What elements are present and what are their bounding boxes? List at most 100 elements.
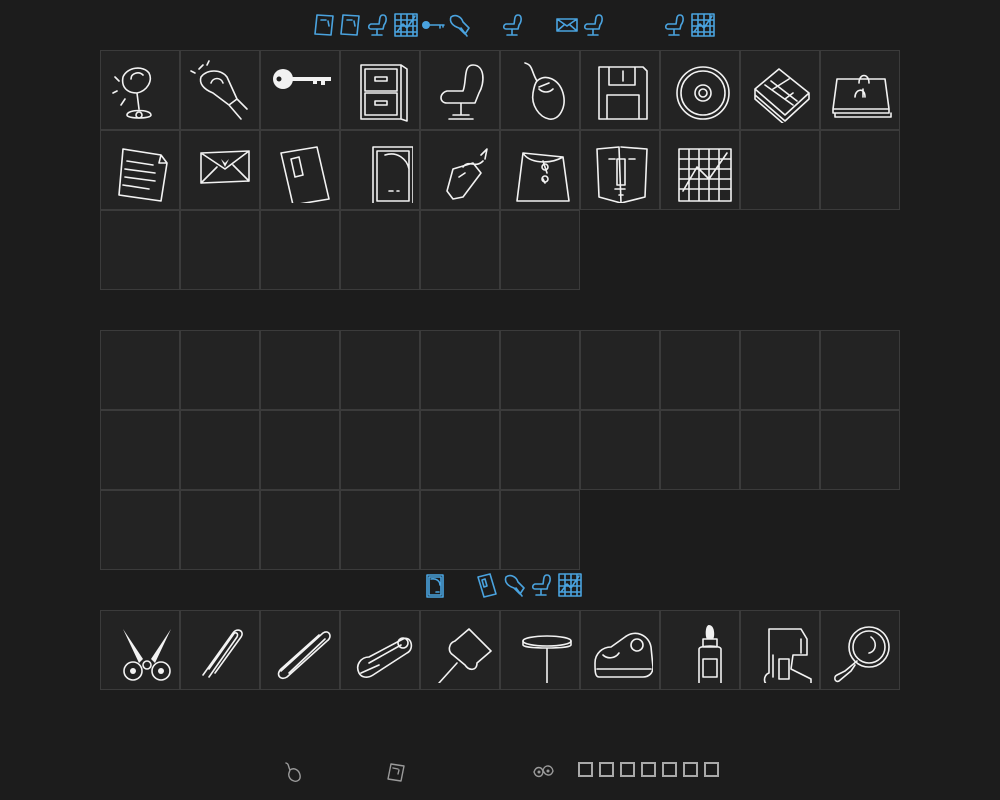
storage-slot[interactable]	[420, 330, 500, 410]
item-slot-stamp[interactable]	[340, 130, 420, 210]
item-slot-filing-cabinet[interactable]	[340, 50, 420, 130]
empty-slot	[662, 762, 677, 777]
tool-slot-magnifier[interactable]	[820, 610, 900, 690]
storage-slot[interactable]	[660, 410, 740, 490]
item-slot-empty[interactable]	[100, 210, 180, 290]
empty-slot	[683, 762, 698, 777]
storage-slot[interactable]	[180, 330, 260, 410]
item-slot-usb[interactable]	[260, 130, 340, 210]
chart-icon	[691, 13, 715, 37]
item-slot-empty[interactable]	[340, 210, 420, 290]
item-slot-folder[interactable]	[580, 130, 660, 210]
tool-slot-scissors[interactable]	[100, 610, 180, 690]
tool-slot-safety-pin[interactable]	[340, 610, 420, 690]
chair-icon	[583, 14, 603, 36]
storage-slot[interactable]	[500, 330, 580, 410]
binder-icon	[832, 74, 892, 118]
item-slot-chart[interactable]	[660, 130, 740, 210]
item-slot-floppy[interactable]	[580, 50, 660, 130]
item-slot-fan[interactable]	[180, 50, 260, 130]
seed-packet-icon	[516, 152, 570, 202]
storage-slot[interactable]	[580, 330, 660, 410]
storage-slot[interactable]	[820, 330, 900, 410]
storage-slot[interactable]	[180, 490, 260, 570]
item-slot-empty[interactable]	[420, 210, 500, 290]
tool-slot-paperclip[interactable]	[180, 610, 260, 690]
item-slot-key[interactable]	[260, 50, 340, 130]
storage-slot[interactable]	[100, 410, 180, 490]
storage-slot[interactable]	[500, 490, 580, 570]
storage-slot[interactable]	[340, 330, 420, 410]
chair-icon	[664, 14, 684, 36]
tape-dispenser-icon	[594, 632, 653, 678]
envelope-icon	[200, 150, 250, 184]
stamp-icon	[426, 574, 444, 598]
magnifier-icon	[834, 626, 890, 683]
storage-slot[interactable]	[180, 410, 260, 490]
storage-slot[interactable]	[420, 410, 500, 490]
paperclip-long-icon	[277, 631, 331, 680]
item-slot-empty[interactable]	[260, 210, 340, 290]
storage-slot[interactable]	[820, 410, 900, 490]
storage-slot[interactable]	[260, 490, 340, 570]
storage-slot[interactable]	[100, 330, 180, 410]
empty-slot	[704, 762, 719, 777]
item-slot-chair[interactable]	[420, 50, 500, 130]
tool-slot-nail[interactable]	[500, 610, 580, 690]
books-icon	[754, 68, 810, 123]
stamp-icon	[314, 14, 334, 36]
storage-slot[interactable]	[340, 490, 420, 570]
item-slot-document[interactable]	[100, 130, 180, 210]
storage-slot[interactable]	[500, 410, 580, 490]
item-slot-empty[interactable]	[180, 210, 260, 290]
storage-slot[interactable]	[100, 490, 180, 570]
storage-slot[interactable]	[740, 330, 820, 410]
item-slot-books[interactable]	[740, 50, 820, 130]
item-slot-mouse[interactable]	[500, 50, 580, 130]
collected-bar	[0, 12, 1000, 40]
storage-slot[interactable]	[420, 490, 500, 570]
item-slot-empty[interactable]	[820, 130, 900, 210]
storage-slot[interactable]	[340, 410, 420, 490]
item-slot-binder[interactable]	[820, 50, 900, 130]
lamp-icon	[112, 67, 152, 119]
item-slot-lamp[interactable]	[100, 50, 180, 130]
chair-icon	[367, 14, 387, 36]
nail-icon	[522, 635, 572, 683]
item-slot-tag[interactable]	[420, 130, 500, 210]
tool-slot-glue[interactable]	[660, 610, 740, 690]
item-slot-packet[interactable]	[500, 130, 580, 210]
empty-slot	[578, 762, 593, 777]
tool-slot-pushpin[interactable]	[420, 610, 500, 690]
safety-pin-icon	[356, 637, 413, 678]
key-icon	[422, 21, 445, 29]
storage-slot[interactable]	[660, 330, 740, 410]
stamp-icon	[387, 763, 405, 782]
floppy-disk-icon	[598, 66, 648, 120]
chair-icon	[440, 64, 484, 120]
chair-icon	[531, 574, 551, 596]
item-slot-empty[interactable]	[740, 130, 820, 210]
mouse-icon	[285, 762, 301, 782]
storage-slot[interactable]	[260, 410, 340, 490]
usb-drive-icon	[280, 146, 330, 203]
eyes-icon	[533, 765, 554, 778]
storage-slot[interactable]	[580, 410, 660, 490]
empty-slot	[641, 762, 656, 777]
glue-bottle-icon	[698, 625, 722, 683]
luggage-tag-icon	[446, 148, 488, 200]
item-slot-cd[interactable]	[660, 50, 740, 130]
item-slot-envelope[interactable]	[180, 130, 260, 210]
stamp-icon	[372, 146, 413, 203]
chair-icon	[502, 14, 522, 36]
tool-slot-tape[interactable]	[580, 610, 660, 690]
storage-slot[interactable]	[740, 410, 820, 490]
storage-slot[interactable]	[260, 330, 340, 410]
chart-icon	[678, 148, 732, 202]
paperclip-icon	[202, 629, 243, 678]
chart-icon	[558, 573, 582, 597]
stapler-icon	[763, 628, 812, 683]
tool-slot-paperclip-long[interactable]	[260, 610, 340, 690]
tool-slot-stapler[interactable]	[740, 610, 820, 690]
item-slot-empty[interactable]	[500, 210, 580, 290]
